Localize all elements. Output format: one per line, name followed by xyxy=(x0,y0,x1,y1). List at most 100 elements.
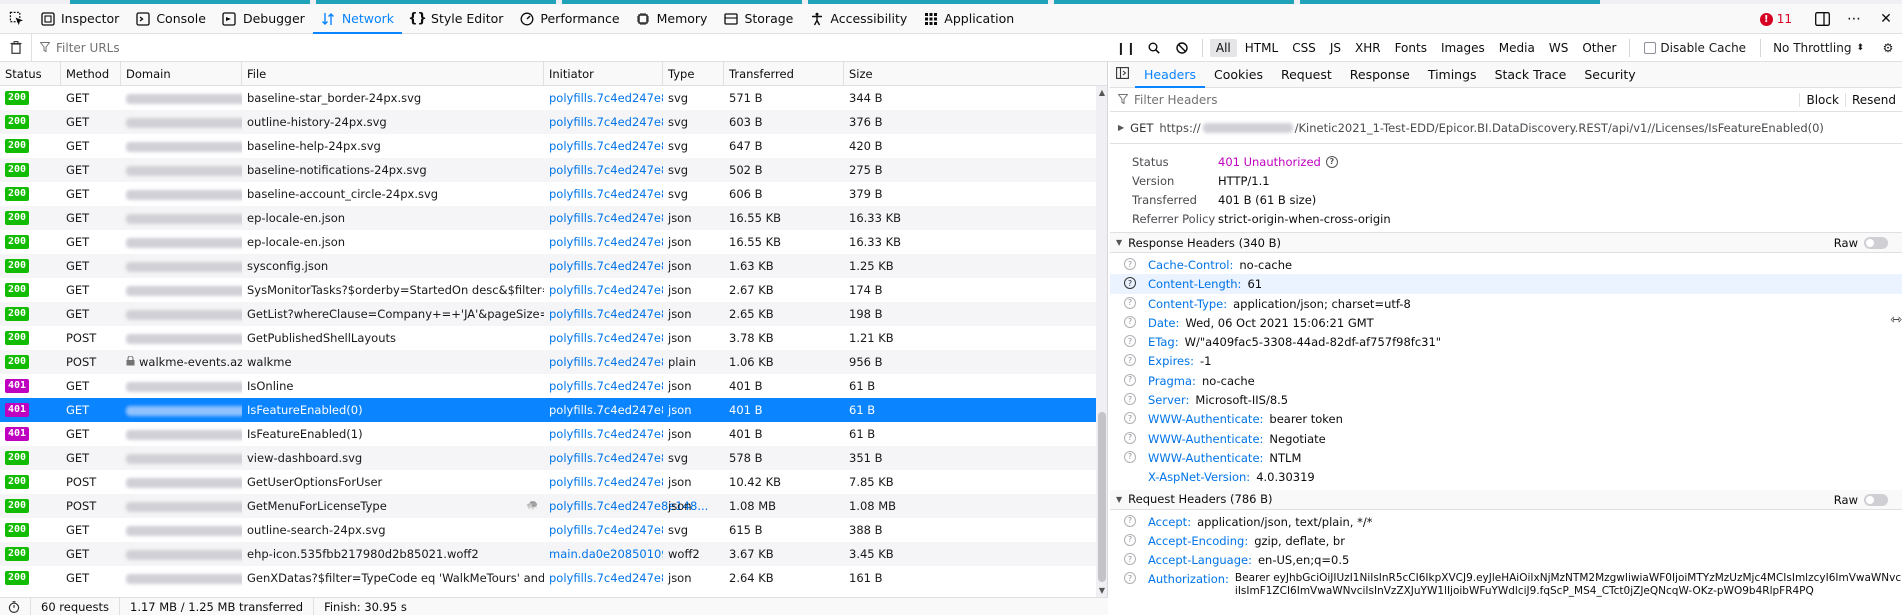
header-row[interactable]: ? Accept-Language: en-US,en;q=0.5 xyxy=(1110,550,1902,569)
tab-memory[interactable]: Memory xyxy=(628,4,716,34)
help-icon[interactable]: ? xyxy=(1124,514,1136,527)
help-icon[interactable]: ? xyxy=(1124,393,1136,406)
header-row[interactable]: ? WWW-Authenticate: bearer token xyxy=(1110,409,1902,428)
filter-type-fonts[interactable]: Fonts xyxy=(1389,39,1433,57)
filter-type-css[interactable]: CSS xyxy=(1286,39,1322,57)
tab-network[interactable]: Network xyxy=(312,4,403,34)
column-header-transferred[interactable]: Transferred xyxy=(724,62,844,86)
column-header-method[interactable]: Method xyxy=(61,62,121,86)
more-options-button[interactable]: ⋯ xyxy=(1838,4,1870,34)
header-row[interactable]: ? Cache-Control: no-cache xyxy=(1110,255,1902,274)
toggle-sidebar-button[interactable] xyxy=(1110,62,1135,88)
header-row[interactable]: ? Expires: -1 xyxy=(1110,351,1902,370)
help-icon[interactable]: ? xyxy=(1124,572,1136,585)
initiator-link[interactable]: polyfills.7c4ed247e8e148... xyxy=(549,355,663,369)
table-row[interactable]: 200 GET ep-locale-en.json polyfills.7c4ed24… xyxy=(0,206,1096,230)
table-row[interactable]: 200 GET sysconfig.json polyfills.7c4ed247e8… xyxy=(0,254,1096,278)
filter-type-media[interactable]: Media xyxy=(1493,39,1541,57)
initiator-link[interactable]: polyfills.7c4ed247e8e148... xyxy=(549,115,663,129)
tab-debugger[interactable]: Debugger xyxy=(214,4,313,34)
filter-urls-input[interactable]: Filter URLs xyxy=(32,34,1192,62)
table-row[interactable]: 200 GET outline-search-24px.svg polyfills.7… xyxy=(0,518,1096,542)
initiator-link[interactable]: main.da0e2085010910d6... xyxy=(549,547,663,561)
header-row[interactable]: ? Server: Microsoft-IIS/8.5 xyxy=(1110,390,1902,409)
initiator-link[interactable]: polyfills.7c4ed247e8e148... xyxy=(549,475,663,489)
tab-application[interactable]: Application xyxy=(915,4,1022,34)
initiator-link[interactable]: polyfills.7c4ed247e8e148... xyxy=(549,403,663,417)
column-header-type[interactable]: Type xyxy=(663,62,724,86)
help-icon[interactable]: ? xyxy=(1124,533,1136,546)
column-header-size[interactable]: Size xyxy=(844,62,1096,86)
request-headers-section[interactable]: ▼ Request Headers (786 B) Raw xyxy=(1110,489,1902,510)
close-devtools-button[interactable]: ✕ xyxy=(1870,4,1902,34)
pause-button[interactable]: ❙❙ xyxy=(1112,34,1140,62)
table-row[interactable]: 200 GET GetList?whereClause=Company+=+'JA'… xyxy=(0,302,1096,326)
details-tab-response[interactable]: Response xyxy=(1341,62,1419,88)
tab-performance[interactable]: Performance xyxy=(511,4,627,34)
performance-analysis-button[interactable] xyxy=(0,597,31,615)
header-row[interactable]: ? Pragma: no-cache xyxy=(1110,371,1902,390)
search-button[interactable] xyxy=(1140,34,1168,62)
raw-request-toggle[interactable]: Raw xyxy=(1834,490,1888,510)
table-row[interactable]: 200 GET baseline-help-24px.svg polyfills.7c… xyxy=(0,134,1096,158)
table-row[interactable]: 200 GET ep-locale-en.json polyfills.7c4ed24… xyxy=(0,230,1096,254)
table-scrollbar[interactable]: ▲ ▼ xyxy=(1096,86,1107,597)
help-icon[interactable]: ? xyxy=(1124,450,1136,463)
help-icon[interactable]: ? xyxy=(1325,155,1338,168)
throttling-select[interactable]: No Throttling ⬍ xyxy=(1773,41,1864,55)
tab-storage[interactable]: Storage xyxy=(715,4,801,34)
help-icon[interactable]: ? xyxy=(1124,335,1136,348)
initiator-link[interactable]: polyfills.7c4ed247e8e148... xyxy=(549,379,663,393)
details-tab-timings[interactable]: Timings xyxy=(1419,62,1486,88)
scrollbar-thumb[interactable] xyxy=(1098,412,1106,582)
network-settings-button[interactable]: ⚙ xyxy=(1874,34,1902,62)
block-button[interactable]: Block xyxy=(1799,93,1844,107)
resend-button[interactable]: Resend xyxy=(1844,93,1902,107)
details-tab-security[interactable]: Security xyxy=(1575,62,1644,88)
element-picker-button[interactable] xyxy=(0,4,32,34)
tab-inspector[interactable]: Inspector xyxy=(32,4,127,34)
filter-type-ws[interactable]: WS xyxy=(1543,39,1574,57)
table-row[interactable]: 200 GET baseline-notifications-24px.svg pol… xyxy=(0,158,1096,182)
initiator-link[interactable]: polyfills.7c4ed247e8e148... xyxy=(549,451,663,465)
filter-type-images[interactable]: Images xyxy=(1435,39,1491,57)
initiator-link[interactable]: polyfills.7c4ed247e8e148... xyxy=(549,307,663,321)
table-row[interactable]: 200 POST GetMenuForLicenseType polyfills.7c… xyxy=(0,494,1096,518)
table-row[interactable]: 200 POST GetUserOptionsForUser polyfills.7c… xyxy=(0,470,1096,494)
filter-type-all[interactable]: All xyxy=(1209,39,1237,57)
filter-type-js[interactable]: JS xyxy=(1324,39,1347,57)
scroll-down-icon[interactable]: ▼ xyxy=(1096,586,1107,595)
initiator-link[interactable]: polyfills.7c4ed247e8e148... xyxy=(549,91,663,105)
initiator-link[interactable]: polyfills.7c4ed247e8e148... xyxy=(549,523,663,537)
initiator-link[interactable]: polyfills.7c4ed247e8e148... xyxy=(549,163,663,177)
details-tab-stack-trace[interactable]: Stack Trace xyxy=(1486,62,1576,88)
column-header-domain[interactable]: Domain xyxy=(121,62,242,86)
response-headers-section[interactable]: ▼ Response Headers (340 B) Raw xyxy=(1110,233,1902,253)
header-row[interactable]: ? Content-Type: application/json; charset=… xyxy=(1110,294,1902,313)
header-row[interactable]: X-AspNet-Version: 4.0.30319 xyxy=(1110,467,1902,486)
table-row[interactable]: 401 GET IsFeatureEnabled(1) polyfills.7c4ed… xyxy=(0,422,1096,446)
filter-headers-input[interactable]: Filter Headers Block Resend xyxy=(1110,88,1902,112)
dock-button[interactable] xyxy=(1806,4,1838,34)
header-row[interactable]: ? Date: Wed, 06 Oct 2021 15:06:21 GMT xyxy=(1110,313,1902,332)
help-icon[interactable]: ? xyxy=(1124,315,1136,328)
help-icon[interactable]: ? xyxy=(1124,258,1136,270)
request-url-line[interactable]: ▶ GET https:// /Kinetic2021_1-Test-EDD/E… xyxy=(1110,112,1902,144)
initiator-link[interactable]: polyfills.7c4ed247e8e148... xyxy=(549,283,663,297)
column-header-initiator[interactable]: Initiator xyxy=(544,62,663,86)
details-tab-request[interactable]: Request xyxy=(1272,62,1341,88)
help-icon[interactable]: ? xyxy=(1124,373,1136,386)
filter-type-html[interactable]: HTML xyxy=(1239,39,1284,57)
block-requests-button[interactable] xyxy=(1168,34,1196,62)
table-row[interactable]: 200 GET ehp-icon.535fbb217980d2b85021.woff… xyxy=(0,542,1096,566)
table-row[interactable]: 200 POST GetPublishedShellLayouts polyfills… xyxy=(0,326,1096,350)
filter-type-xhr[interactable]: XHR xyxy=(1349,39,1387,57)
help-icon[interactable]: ? xyxy=(1124,412,1136,425)
table-row[interactable]: 200 GET view-dashboard.svg polyfills.7c4ed2… xyxy=(0,446,1096,470)
disable-cache-checkbox[interactable]: Disable Cache xyxy=(1644,41,1746,55)
header-row[interactable]: ? Authorization: Bearer eyJhbGciOiJIUzI1Ni… xyxy=(1110,569,1902,598)
table-row[interactable]: 200 GET baseline-star_border-24px.svg polyf… xyxy=(0,86,1096,110)
initiator-link[interactable]: polyfills.7c4ed247e8e148... xyxy=(549,187,663,201)
help-icon[interactable]: ? xyxy=(1124,431,1136,444)
details-tab-cookies[interactable]: Cookies xyxy=(1205,62,1272,88)
